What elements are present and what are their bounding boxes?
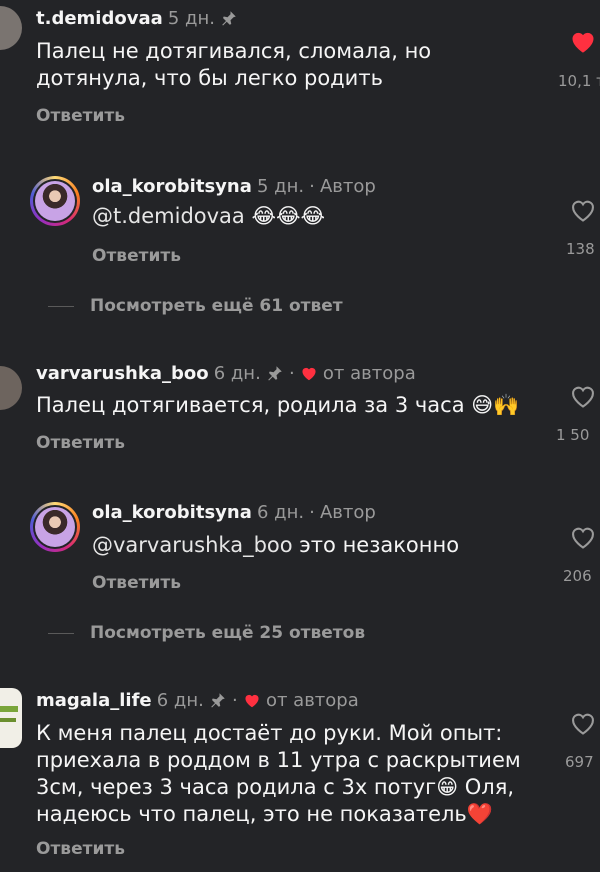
avatar[interactable] [30,176,80,226]
reply-button[interactable]: Ответить [36,433,125,453]
mention-link[interactable]: @varvarushka_boo [92,533,293,557]
timestamp: 5 дн. [256,176,305,197]
view-more-replies[interactable]: Посмотреть ещё 25 ответов [90,623,365,643]
author-heart-icon [300,365,318,385]
timestamp: 6 дн. [256,502,305,523]
comment-text: @varvarushka_boo это незаконно [92,532,552,559]
from-author-label: от автора [265,690,359,711]
separator: · [288,363,295,384]
separator: · [309,176,315,197]
username[interactable]: ola_korobitsyna [92,502,252,523]
separator: · [309,502,315,523]
avatar-logo-stripe [0,718,16,722]
avatar-logo-stripe [0,706,18,712]
comment-text: К меня палец достаёт до руки. Мой опыт: … [36,721,521,826]
username[interactable]: t.demidovaa [36,8,163,29]
like-count: 1 50 [556,426,590,444]
reply-button[interactable]: Ответить [92,246,181,266]
from-author-label: от автора [322,363,416,384]
username[interactable]: magala_life [36,690,152,711]
reply-button[interactable]: Ответить [36,839,125,859]
comment-header: t.demidovaa 5 дн. [36,8,238,31]
heart-outline-icon[interactable] [569,383,597,413]
avatar[interactable] [0,688,22,748]
author-heart-icon [243,692,261,712]
comment-header: magala_life 6 дн. · от автора [36,690,359,713]
comment-header: ola_korobitsyna 5 дн. · Автор [92,176,376,197]
heart-outline-icon[interactable] [569,197,597,227]
timestamp: 6 дн. [213,363,261,384]
like-count: 697 [565,753,594,771]
timestamp: 6 дн. [156,690,204,711]
mention-link[interactable]: @t.demidovaa [92,204,245,228]
reply-button[interactable]: Ответить [92,573,181,593]
pin-icon [266,364,284,386]
more-replies-line [48,306,74,307]
heart-icon[interactable] [569,28,597,58]
comment-header: ola_korobitsyna 6 дн. · Автор [92,502,376,523]
like-count: 206 [563,567,592,585]
comment-text: Палец дотягивается, родила за 3 часа 😅🙌 [36,393,520,417]
heart-outline-icon[interactable] [569,524,597,554]
username[interactable]: varvarushka_boo [36,363,209,384]
pin-icon [209,691,227,713]
comment-header: varvarushka_boo 6 дн. · от автора [36,363,416,386]
comment-text: @t.demidovaa 😂😂😂 [92,203,532,230]
pin-icon [220,9,238,31]
like-count: 10,1 т. [558,72,600,90]
comment-body: это незаконно [292,533,460,557]
avatar[interactable] [0,366,22,410]
avatar[interactable] [0,6,22,50]
avatar[interactable] [30,502,80,552]
separator: · [232,690,238,711]
comment-emoji: 😂😂😂 [251,204,326,228]
like-count: 138 [566,240,595,258]
reply-button[interactable]: Ответить [36,106,125,126]
more-replies-line [48,633,74,634]
heart-outline-icon[interactable] [569,710,597,740]
author-label: Автор [319,176,376,197]
username[interactable]: ola_korobitsyna [92,176,252,197]
timestamp: 5 дн. [167,8,215,29]
author-label: Автор [319,502,376,523]
comment-text: Палец не дотягивался, сломала, но дотяну… [36,39,432,90]
view-more-replies[interactable]: Посмотреть ещё 61 ответ [90,296,343,316]
